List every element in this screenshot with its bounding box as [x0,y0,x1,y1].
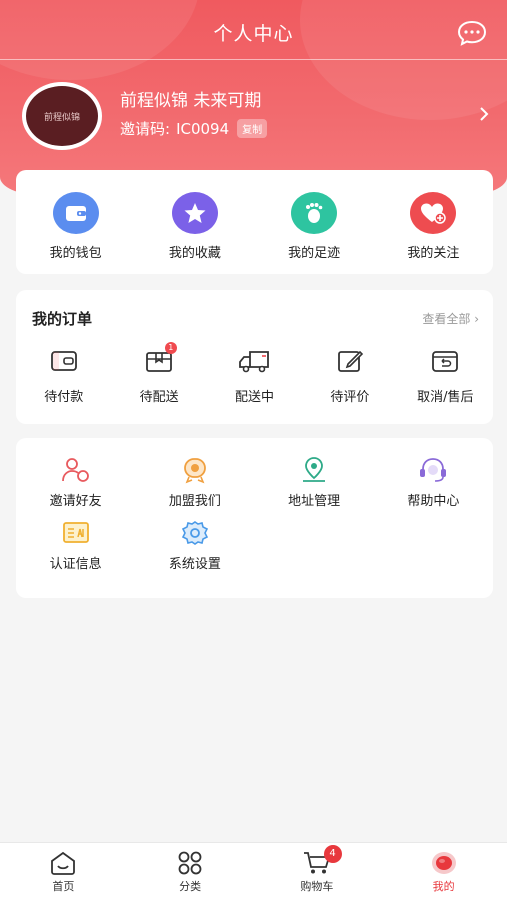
order-status-pending-payment[interactable]: 待付款 [16,348,111,405]
service-join-us[interactable]: 加盟我们 [135,456,254,509]
quick-actions-card: 我的钱包 我的收藏 我的足迹 我的关注 [16,170,493,274]
profile-icon [431,852,456,874]
tab-label: 首页 [52,880,75,893]
home-icon [51,851,76,875]
footprint-icon [291,192,338,234]
tab-home[interactable]: 首页 [0,843,127,900]
page-title: 个人中心 [213,23,294,45]
heart-plus-icon [410,192,457,234]
quick-label: 我的关注 [407,246,460,261]
quick-item-wallet[interactable]: 我的钱包 [16,170,135,274]
wallet-outline-icon [50,351,77,371]
avatar[interactable]: 前程似锦 [22,82,102,150]
service-settings[interactable]: 系统设置 [135,519,254,572]
view-all-orders-link[interactable]: 查看全部 › [422,310,479,327]
order-count-badge: 1 [164,342,177,354]
service-label: 邀请好友 [49,494,102,509]
service-label: 系统设置 [168,557,221,572]
return-box-icon [432,351,459,372]
quick-label: 我的钱包 [49,246,102,261]
orders-title: 我的订单 [32,310,93,328]
service-verification[interactable]: 认证信息 [16,519,135,572]
service-label: 认证信息 [49,557,102,572]
grid-icon [178,851,202,875]
gear-icon [181,521,208,545]
invite-code: IC0094 [176,119,230,138]
chat-bubble-icon[interactable] [457,20,487,46]
quick-item-footprint[interactable]: 我的足迹 [255,170,374,274]
quick-item-following[interactable]: 我的关注 [374,170,493,274]
star-icon [171,192,218,234]
invite-code-row: 邀请码: IC0094 复制 [120,118,268,139]
order-status-label: 配送中 [235,390,275,405]
user-nickname: 前程似锦 未来可期 [120,91,262,111]
invite-label: 邀请码: [120,120,171,138]
service-address[interactable]: 地址管理 [255,456,374,509]
order-status-label: 待配送 [139,390,179,405]
location-pin-icon [303,457,326,482]
order-status-after-sales[interactable]: 取消/售后 [398,348,493,405]
service-label: 帮助中心 [407,494,460,509]
view-all-label: 查看全部 [422,312,471,326]
service-invite-friends[interactable]: 邀请好友 [16,456,135,509]
invite-users-icon [61,458,89,482]
order-status-label: 待评价 [330,390,370,405]
order-status-to-review[interactable]: 待评价 [302,348,397,405]
tab-category[interactable]: 分类 [127,843,254,900]
bottom-tab-bar: 首页 分类 4 购物车 我的 [0,842,507,900]
chevron-right-icon: › [474,312,479,326]
service-label: 加盟我们 [168,494,221,509]
order-status-row: 待付款 1 待配送 配送中 待评价 取消/售后 [16,342,493,405]
medal-icon [183,458,206,484]
tab-label: 购物车 [300,880,334,893]
service-help-center[interactable]: 帮助中心 [374,456,493,509]
tab-label: 我的 [432,880,455,893]
id-card-icon [62,522,89,543]
orders-card: 我的订单 查看全部 › 待付款 1 待配送 配送中 待评价 取消/售后 [16,290,493,424]
avatar-text: 前程似锦 [43,112,80,123]
service-label: 地址管理 [288,494,341,509]
tab-label: 分类 [179,880,202,893]
wallet-icon [52,192,99,234]
order-status-label: 取消/售后 [417,390,474,405]
chevron-right-icon[interactable] [479,106,489,122]
services-card: 邀请好友 加盟我们 地址管理 帮助中心 认证信息 系统设置 [16,438,493,598]
quick-label: 我的收藏 [168,246,221,261]
edit-icon [338,350,364,372]
order-status-shipping[interactable]: 配送中 [207,348,302,405]
quick-item-favorites[interactable]: 我的收藏 [135,170,254,274]
copy-button[interactable]: 复制 [237,119,268,138]
quick-label: 我的足迹 [288,246,341,261]
tab-mine[interactable]: 我的 [380,843,507,900]
cart-count-badge: 4 [323,845,342,863]
tab-cart[interactable]: 4 购物车 [254,843,381,900]
top-bar: 个人中心 [0,0,507,60]
order-status-label: 待付款 [44,390,84,405]
headset-icon [420,458,447,482]
order-status-to-ship[interactable]: 1 待配送 [111,342,206,405]
truck-icon [238,351,269,373]
